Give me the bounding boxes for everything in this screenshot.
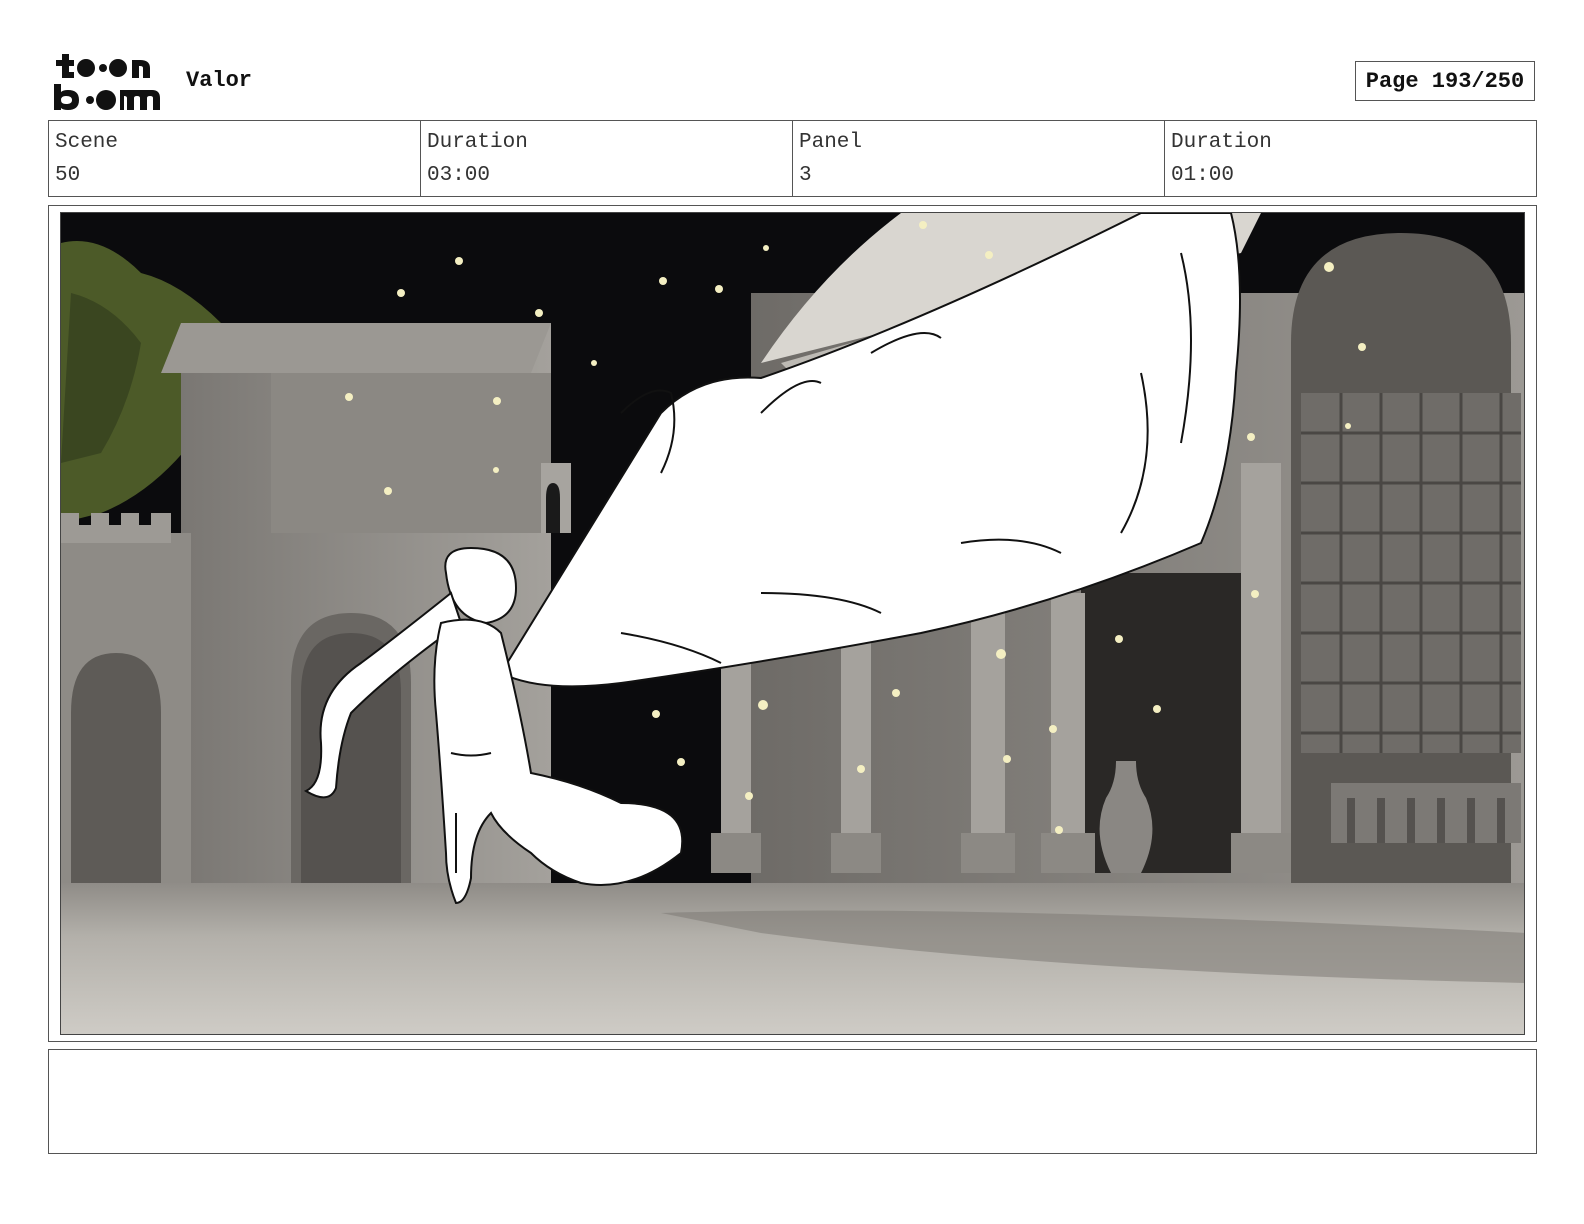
panel-duration-value: 01:00 — [1171, 164, 1235, 187]
scene-info-table: Scene 50 Duration 03:00 Panel 3 Duration… — [48, 120, 1537, 197]
scene-value: 50 — [55, 164, 81, 187]
panel-duration-label: Duration — [1171, 131, 1272, 154]
scene-label: Scene — [55, 131, 119, 154]
panel-duration-cell: Duration 01:00 — [1165, 121, 1536, 196]
scene-duration-label: Duration — [427, 131, 528, 154]
scene-cell: Scene 50 — [49, 121, 421, 196]
page-indicator: Page 193/250 — [1355, 61, 1535, 101]
panel-illustration — [61, 213, 1524, 1034]
panel-cell: Panel 3 — [793, 121, 1165, 196]
project-title: Valor — [186, 68, 253, 93]
scene-duration-value: 03:00 — [427, 164, 491, 187]
toon-boom-logo — [52, 52, 164, 112]
panel-notes-box — [48, 1049, 1537, 1154]
panel-value: 3 — [799, 164, 812, 187]
panel-label: Panel — [799, 131, 863, 154]
scene-duration-cell: Duration 03:00 — [421, 121, 793, 196]
lattice-window — [1301, 393, 1521, 753]
panel-artwork — [60, 212, 1525, 1035]
